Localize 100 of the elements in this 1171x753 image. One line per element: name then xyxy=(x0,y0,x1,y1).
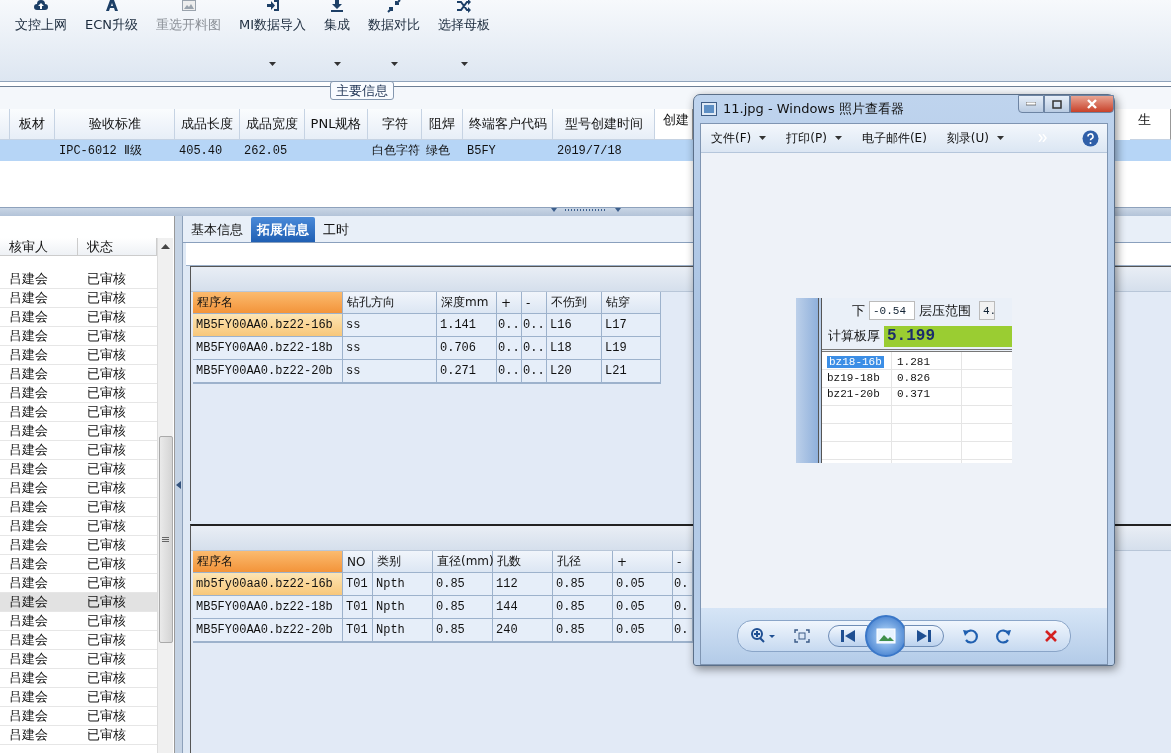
tab[interactable]: 基本信息 xyxy=(185,217,249,242)
table-cell: 0.85 xyxy=(553,596,613,619)
splitter-grip-icon[interactable] xyxy=(550,208,621,214)
table-cell: bz18-16b xyxy=(827,356,884,368)
column-header[interactable]: 深度mm xyxy=(437,292,497,314)
column-header[interactable]: 板材 xyxy=(10,109,55,140)
table-cell: 240 xyxy=(493,619,553,642)
rotate-right-button[interactable] xyxy=(996,628,1012,644)
column-header[interactable]: PNL规格 xyxy=(305,109,368,140)
column-header[interactable]: 字符 xyxy=(368,109,422,140)
column-header[interactable]: 状态 xyxy=(78,238,157,256)
scrollbar[interactable] xyxy=(157,238,173,753)
table-cell: 0.85 xyxy=(433,573,493,596)
column-header[interactable]: 成品宽度 xyxy=(240,109,305,140)
column-header[interactable]: 钻穿 xyxy=(602,292,661,314)
column-header[interactable]: 直径(mm) xyxy=(433,551,493,573)
caret-icon xyxy=(390,62,398,66)
table-cell: L19 xyxy=(602,337,661,360)
column-header[interactable]: 钻孔方向 xyxy=(343,292,437,314)
table-cell[interactable]: mb5fy00aa0.bz22-16b xyxy=(193,573,343,596)
table-cell[interactable]: MB5FY00AA0.bz22-16b xyxy=(193,314,343,337)
next-button[interactable] xyxy=(904,625,944,647)
table-cell: 2019/7/18 xyxy=(557,143,622,158)
table-cell: 1.281 xyxy=(897,356,930,368)
previous-button[interactable] xyxy=(828,625,868,647)
table-cell[interactable]: MB5FY00AA0.bz22-20b xyxy=(193,360,343,383)
table-cell: 0.. xyxy=(497,337,522,360)
table-cell: bz21-20b xyxy=(827,388,880,400)
column-header[interactable]: - xyxy=(522,292,547,314)
tab[interactable]: 拓展信息 xyxy=(251,217,315,242)
tab[interactable]: 工时 xyxy=(317,217,355,242)
toolbar-button[interactable]: 集成 xyxy=(321,0,354,66)
input-field: -0.54 xyxy=(869,301,915,320)
caret-icon xyxy=(460,62,468,66)
shuffle-icon xyxy=(456,0,473,13)
column-header[interactable]: 程序名 xyxy=(193,292,343,314)
slideshow-button[interactable] xyxy=(865,615,907,657)
minimize-button[interactable] xyxy=(1018,95,1044,113)
table-cell: 0. xyxy=(673,573,693,596)
table-cell: Npth xyxy=(373,596,433,619)
column-header[interactable]: 程序名 xyxy=(193,551,343,573)
toolbar-button[interactable]: MI数据导入 xyxy=(236,0,310,66)
table-cell: 0.826 xyxy=(897,372,930,384)
column-header[interactable]: 成品长度 xyxy=(175,109,240,140)
column-header[interactable]: 生 xyxy=(1130,109,1171,140)
column-header[interactable]: NO xyxy=(343,551,373,573)
rotate-left-button[interactable] xyxy=(962,628,978,644)
column-header xyxy=(0,109,10,140)
menu-item[interactable]: 文件(F) xyxy=(711,129,767,147)
column-header[interactable]: + xyxy=(497,292,522,314)
table-cell: 0.85 xyxy=(553,573,613,596)
table-cell: L20 xyxy=(547,360,602,383)
column-header[interactable]: 创建 xyxy=(655,109,693,140)
toolbar-button[interactable]: 选择母板 xyxy=(435,0,494,66)
table-cell: B5FY xyxy=(467,143,496,158)
maximize-button[interactable] xyxy=(1044,95,1070,113)
column-header[interactable]: 验收标准 xyxy=(55,109,175,140)
table-cell: 0.85 xyxy=(433,596,493,619)
toolbar-button[interactable]: 数据对比 xyxy=(365,0,424,66)
help-icon[interactable] xyxy=(1082,129,1099,147)
table-cell: ss xyxy=(343,337,437,360)
column-header[interactable]: 不伤到 xyxy=(547,292,602,314)
collapse-arrows-icon xyxy=(386,0,403,13)
column-header[interactable]: 型号创建时间 xyxy=(553,109,655,140)
zoom-button[interactable] xyxy=(750,628,776,644)
collapse-arrow-icon[interactable] xyxy=(176,480,181,489)
list-row[interactable]: 吕建会 已审核 xyxy=(0,593,157,612)
table-cell[interactable]: MB5FY00AA0.bz22-18b xyxy=(193,337,343,360)
table-cell: 0.05 xyxy=(613,619,673,642)
table-cell: T01 xyxy=(343,619,373,642)
table-cell: 0.. xyxy=(497,360,522,383)
font-icon xyxy=(103,0,120,13)
table-cell: 0.05 xyxy=(613,596,673,619)
rotate-left-icon xyxy=(962,628,978,644)
table-cell[interactable]: MB5FY00AA0.bz22-20b xyxy=(193,619,343,642)
scrollbar-thumb[interactable] xyxy=(158,436,173,643)
delete-button[interactable] xyxy=(1044,629,1058,643)
column-header[interactable]: 类别 xyxy=(373,551,433,573)
close-button[interactable] xyxy=(1070,95,1114,113)
column-header[interactable]: 核审人 xyxy=(0,238,78,256)
column-header[interactable]: 终端客户代码 xyxy=(463,109,553,140)
scroll-up-icon[interactable] xyxy=(161,244,170,249)
previous-icon xyxy=(841,630,855,642)
table-cell: 0.05 xyxy=(613,573,673,596)
table-cell: 0.371 xyxy=(897,388,930,400)
column-header[interactable]: 孔径 xyxy=(553,551,613,573)
menu-item[interactable]: 打印(P) xyxy=(786,129,842,147)
menu-item[interactable]: 刻录(U) xyxy=(946,129,1004,147)
toolbar-button[interactable]: 文控上网 xyxy=(12,0,70,66)
table-cell: L17 xyxy=(602,314,661,337)
menu-item[interactable]: 电子邮件(E) xyxy=(861,129,927,147)
column-header[interactable]: + xyxy=(613,551,673,573)
column-header[interactable]: - xyxy=(673,551,693,573)
table-cell[interactable]: MB5FY00AA0.bz22-18b xyxy=(193,596,343,619)
result-field: 5.199 xyxy=(884,325,1012,347)
table-cell: L21 xyxy=(602,360,661,383)
toolbar-button[interactable]: ECN升级 xyxy=(82,0,141,66)
column-header[interactable]: 孔数 xyxy=(493,551,553,573)
column-header[interactable]: 阻焊 xyxy=(422,109,463,140)
fit-button[interactable] xyxy=(794,629,810,643)
